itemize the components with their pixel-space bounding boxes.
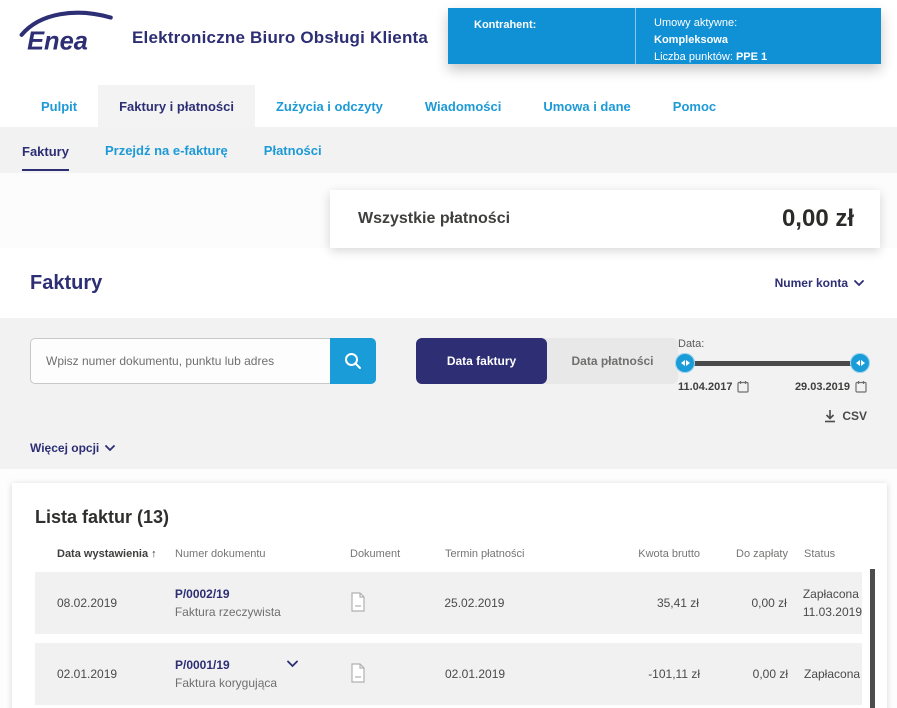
svg-text:Enea: Enea (27, 27, 88, 55)
search-button[interactable] (330, 338, 376, 384)
table-row[interactable]: 08.02.2019 P/0002/19 Faktura rzeczywista… (35, 572, 862, 634)
points-value: PPE 1 (736, 51, 767, 63)
search-box (30, 338, 376, 384)
app-title: Elektroniczne Biuro Obsługi Klienta (132, 28, 428, 48)
enea-logo-icon: Enea (18, 8, 118, 58)
invoice-number-link[interactable]: P/0002/19 (175, 587, 281, 601)
points-label: Liczba punktów: (654, 51, 733, 63)
toggle-payment-date[interactable]: Data płatności (547, 338, 678, 384)
cell-document (350, 592, 445, 615)
cell-status: Zapłacona (788, 665, 862, 683)
search-icon (343, 351, 363, 371)
invoices-header-band: Faktury Numer konta (0, 248, 897, 318)
calendar-icon[interactable] (737, 380, 749, 393)
cell-gross-amount: -101,11 zł (590, 667, 700, 681)
toggle-invoice-date[interactable]: Data faktury (416, 338, 547, 384)
filter-panel: Data faktury Data płatności Data: 11.04.… (0, 318, 897, 469)
invoice-list-title: Lista faktur (13) (35, 507, 862, 528)
chevron-down-icon (854, 280, 864, 287)
cell-due-date: 02.01.2019 (445, 667, 590, 681)
top-bar: Enea Elektroniczne Biuro Obsługi Klienta… (0, 0, 897, 85)
nav-item-umowa-i-dane[interactable]: Umowa i dane (522, 85, 651, 127)
date-to[interactable]: 29.03.2019 (795, 380, 867, 393)
invoice-list-card: Lista faktur (13) Data wystawienia ↑ Num… (12, 483, 887, 708)
payments-summary-card: Wszystkie płatności 0,00 zł (330, 190, 880, 248)
nav-item-zuzycia-i-odczyty[interactable]: Zużycia i odczyty (255, 85, 404, 127)
status-date: 11.03.2019 (803, 603, 862, 621)
cell-doc-number: P/0002/19 Faktura rzeczywista (175, 587, 350, 619)
date-type-toggle: Data faktury Data płatności (416, 338, 678, 384)
sort-asc-icon: ↑ (151, 548, 157, 560)
column-header-issue-date[interactable]: Data wystawienia ↑ (35, 548, 175, 560)
column-header-document[interactable]: Dokument (350, 548, 445, 560)
table-scrollbar[interactable] (870, 569, 875, 708)
cell-due-date: 25.02.2019 (444, 596, 589, 610)
payments-summary-strip: Wszystkie płatności 0,00 zł (0, 173, 897, 248)
document-icon[interactable] (350, 663, 366, 683)
status-badge: Zapłacona (804, 665, 862, 683)
invoice-type-label: Faktura rzeczywista (175, 605, 281, 619)
contract-details: Umowy aktywne: Kompleksowa Liczba punktó… (636, 8, 767, 64)
csv-download-link[interactable]: CSV (824, 409, 867, 423)
cell-doc-number: P/0001/19 Faktura korygująca (175, 658, 350, 690)
more-options-toggle[interactable]: Więcej opcji (30, 441, 115, 455)
download-icon (824, 409, 836, 423)
chevron-down-icon[interactable] (287, 660, 298, 668)
cell-gross-amount: 35,41 zł (589, 596, 699, 610)
cell-to-pay: 0,00 zł (699, 596, 787, 610)
main-navigation: Pulpit Faktury i płatności Zużycia i odc… (0, 85, 897, 127)
invoice-type-label: Faktura korygująca (175, 676, 277, 690)
payments-summary-label: Wszystkie płatności (358, 210, 510, 228)
table-row[interactable]: 02.01.2019 P/0001/19 Faktura korygująca … (35, 643, 862, 705)
slider-handle-to[interactable] (850, 353, 870, 373)
invoice-table-header: Data wystawienia ↑ Numer dokumentu Dokum… (35, 548, 862, 572)
subnav-item-faktury[interactable]: Faktury (22, 127, 69, 173)
payments-summary-amount: 0,00 zł (782, 205, 854, 233)
column-header-status[interactable]: Status (788, 548, 862, 560)
invoice-number-link[interactable]: P/0001/19 (175, 658, 277, 672)
subnav-item-platnosci[interactable]: Płatności (264, 127, 322, 173)
date-range-slider (678, 353, 867, 373)
document-icon[interactable] (350, 592, 366, 612)
cell-issue-date: 02.01.2019 (35, 667, 175, 681)
cell-status: Zapłacona 11.03.2019 (787, 585, 862, 621)
contracts-value: Kompleksowa (654, 34, 728, 46)
account-number-selector[interactable]: Numer konta (775, 276, 864, 290)
status-badge: Zapłacona (803, 585, 862, 603)
calendar-icon[interactable] (855, 380, 867, 393)
nav-item-pulpit[interactable]: Pulpit (20, 85, 98, 127)
nav-item-pomoc[interactable]: Pomoc (652, 85, 737, 127)
date-range-label: Data: (678, 338, 867, 350)
date-from[interactable]: 11.04.2017 (678, 380, 749, 393)
nav-item-wiadomosci[interactable]: Wiadomości (404, 85, 522, 127)
cell-to-pay: 0,00 zł (700, 667, 788, 681)
column-header-doc-number[interactable]: Numer dokumentu (175, 548, 350, 560)
contracts-label: Umowy aktywne: (654, 15, 767, 32)
page-title: Faktury (30, 272, 102, 295)
slider-track (684, 361, 861, 366)
column-header-gross-amount[interactable]: Kwota brutto (590, 548, 700, 560)
date-range-block: Data: 11.04.2017 29.03.2019 (678, 338, 867, 393)
cell-issue-date: 08.02.2019 (35, 596, 175, 610)
search-input[interactable] (30, 338, 330, 384)
cell-document (350, 663, 445, 686)
column-header-due-date[interactable]: Termin płatności (445, 548, 590, 560)
chevron-down-icon (105, 445, 115, 452)
column-header-to-pay[interactable]: Do zapłaty (700, 548, 788, 560)
nav-item-faktury-i-platnosci[interactable]: Faktury i płatności (98, 85, 255, 127)
subnav-item-e-faktura[interactable]: Przejdź na e-fakturę (105, 127, 228, 173)
sub-navigation: Faktury Przejdź na e-fakturę Płatności (0, 127, 897, 173)
slider-handle-from[interactable] (675, 353, 695, 373)
contract-info-box: Kontrahent: Umowy aktywne: Kompleksowa L… (448, 8, 881, 64)
contractor-label: Kontrahent: (448, 8, 636, 64)
enea-logo[interactable]: Enea (18, 8, 118, 63)
